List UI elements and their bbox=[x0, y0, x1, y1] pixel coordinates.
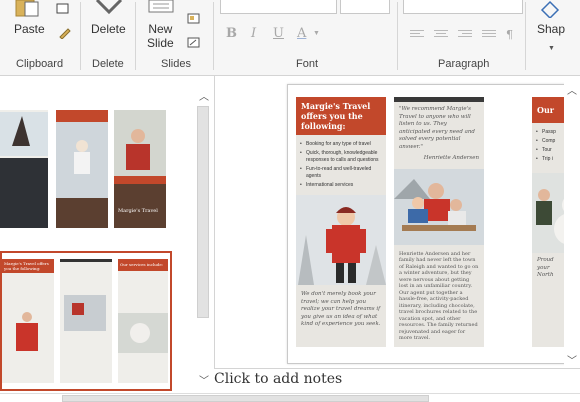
divider bbox=[525, 2, 526, 70]
column-footer-text[interactable]: We don't merely book your travel; we can… bbox=[296, 285, 386, 333]
story-body-text[interactable]: Henriette Andersen and her family had ne… bbox=[394, 245, 484, 344]
testimonial-quote[interactable]: "We recommend Margie's Travel to anyone … bbox=[394, 102, 484, 155]
ribbon: Paste Clipboard Delete Delete New Slide … bbox=[0, 0, 580, 76]
justify-icon[interactable] bbox=[482, 30, 496, 40]
thumbnail-brand-label: Margie's Travel bbox=[118, 208, 158, 214]
cut-icon[interactable] bbox=[56, 2, 70, 14]
testimonial-author[interactable]: Henriette Andersen bbox=[394, 155, 484, 167]
divider bbox=[397, 2, 398, 70]
scroll-down-icon[interactable]: ﹀ bbox=[567, 352, 577, 367]
chevron-down-icon[interactable]: ▼ bbox=[548, 45, 555, 52]
shapes-button[interactable]: Shap bbox=[537, 22, 565, 36]
paragraph-dropdown[interactable] bbox=[403, 0, 523, 14]
divider bbox=[213, 2, 214, 70]
list-item[interactable]: Booking for any type of travel bbox=[296, 135, 386, 148]
font-name-dropdown[interactable] bbox=[220, 0, 337, 14]
text-direction-icon[interactable]: ¶ bbox=[506, 28, 513, 41]
thumbnail-heading: Margie's Travel offers you the following… bbox=[4, 261, 49, 271]
divider bbox=[135, 2, 136, 70]
clipboard-group-label: Clipboard bbox=[16, 58, 64, 70]
thumbnail-heading: Our services include: bbox=[120, 262, 164, 267]
font-size-dropdown[interactable] bbox=[340, 0, 390, 14]
list-item[interactable]: Quick, thorough, knowledgeable responses… bbox=[296, 148, 386, 164]
align-right-icon[interactable] bbox=[458, 30, 472, 40]
slide-scrollbar[interactable] bbox=[564, 76, 580, 368]
scroll-down-icon[interactable]: ﹀ bbox=[199, 372, 209, 387]
font-color-button[interactable]: A bbox=[297, 26, 306, 41]
font-group-label: Font bbox=[296, 58, 319, 70]
layout-icon[interactable] bbox=[187, 12, 201, 24]
format-painter-icon[interactable] bbox=[58, 26, 72, 40]
notes-pane[interactable]: Click to add notes bbox=[214, 368, 580, 391]
new-slide-icon[interactable] bbox=[148, 0, 176, 14]
slide-thumbnail-2[interactable]: Margie's Travel offers you the following… bbox=[0, 251, 172, 391]
paste-icon[interactable] bbox=[14, 0, 40, 18]
italic-button[interactable]: I bbox=[251, 26, 256, 41]
scroll-up-icon[interactable]: ︿ bbox=[199, 88, 209, 103]
paragraph-group-label: Paragraph bbox=[438, 58, 490, 70]
slides-group-label: Slides bbox=[161, 58, 191, 70]
delete-icon[interactable] bbox=[95, 0, 123, 16]
reset-icon[interactable] bbox=[187, 36, 201, 48]
new-slide-button[interactable]: New Slide bbox=[147, 22, 174, 50]
brochure-column-2: "We recommend Margie's Travel to anyone … bbox=[394, 97, 484, 347]
chevron-down-icon[interactable]: ▼ bbox=[313, 30, 320, 37]
underline-button[interactable]: U bbox=[273, 26, 284, 41]
notes-placeholder[interactable]: Click to add notes bbox=[214, 371, 342, 387]
current-slide[interactable]: Margie's Travel offers you the following… bbox=[287, 84, 580, 364]
align-center-icon[interactable] bbox=[434, 30, 448, 40]
child-in-snow-photo[interactable] bbox=[296, 195, 386, 285]
align-left-icon[interactable] bbox=[410, 30, 424, 40]
thumbnails-scroll-thumb[interactable] bbox=[197, 106, 209, 318]
shapes-icon[interactable] bbox=[540, 0, 562, 20]
horizontal-scroll-thumb[interactable] bbox=[62, 395, 429, 402]
list-item[interactable]: Fun-to-read and well-traveled agents bbox=[296, 164, 386, 180]
bold-button[interactable]: B bbox=[226, 26, 237, 41]
family-sledding-photo[interactable] bbox=[394, 168, 484, 245]
paste-button[interactable]: Paste bbox=[14, 22, 45, 36]
scroll-up-icon[interactable]: ︿ bbox=[567, 82, 577, 97]
brochure-column-1: Margie's Travel offers you the following… bbox=[296, 97, 386, 347]
column-heading[interactable]: Margie's Travel offers you the following… bbox=[296, 97, 386, 135]
slide-thumbnail-2-preview bbox=[2, 259, 168, 383]
divider bbox=[80, 2, 81, 70]
slide-thumbnails-pane: Margie's Travel Margie's Travel offers y… bbox=[0, 76, 213, 394]
list-item[interactable]: International services bbox=[296, 180, 386, 189]
slide-thumbnail-1[interactable]: Margie's Travel bbox=[0, 106, 172, 231]
slide-editing-area: Margie's Travel offers you the following… bbox=[214, 76, 580, 368]
delete-button[interactable]: Delete bbox=[91, 22, 126, 36]
delete-group-label: Delete bbox=[92, 58, 124, 70]
